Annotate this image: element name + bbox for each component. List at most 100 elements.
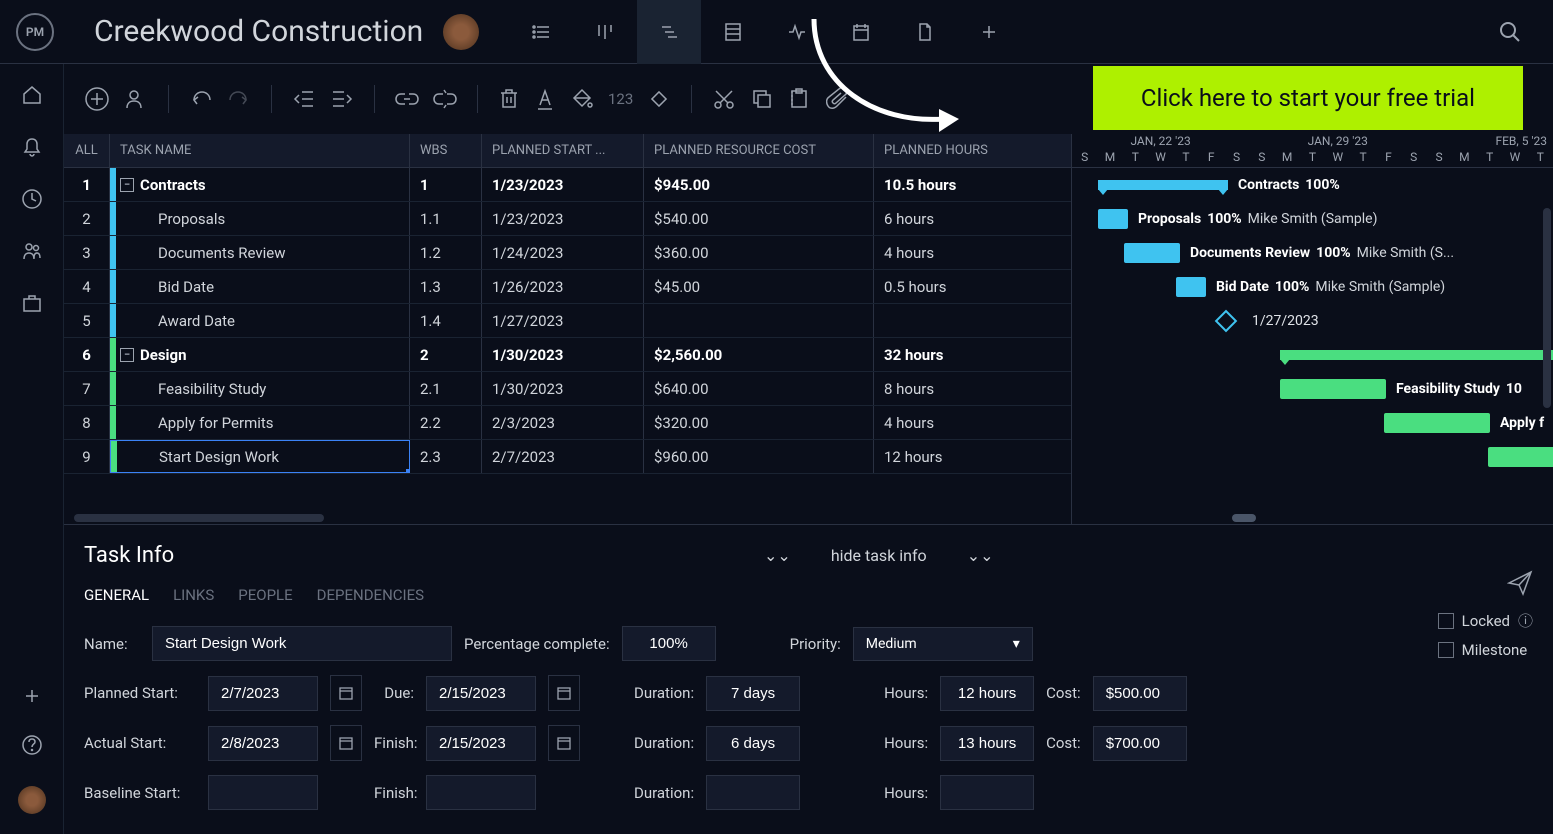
briefcase-icon[interactable] <box>21 292 43 314</box>
view-sheet-icon[interactable] <box>701 0 765 64</box>
add-icon[interactable] <box>24 688 40 704</box>
people-icon[interactable] <box>21 240 43 262</box>
hours-input[interactable] <box>940 676 1034 711</box>
milestone-tool-icon[interactable] <box>647 87 671 111</box>
cost-input[interactable] <box>1093 676 1187 711</box>
gantt-h-scrollbar[interactable] <box>1072 512 1553 524</box>
project-avatar[interactable] <box>443 14 479 50</box>
text-color-icon[interactable] <box>534 87 556 111</box>
duration-input[interactable] <box>706 726 800 761</box>
task-name-cell[interactable]: Start Design Work <box>110 440 410 473</box>
task-name-cell[interactable]: Award Date <box>110 304 410 337</box>
task-name-cell[interactable]: −Design <box>110 338 410 371</box>
add-task-icon[interactable] <box>84 86 110 112</box>
percent-icon[interactable]: 123 <box>608 90 633 108</box>
gantt-v-scrollbar[interactable] <box>1543 208 1551 408</box>
copy-icon[interactable] <box>750 87 774 111</box>
collapse-icon[interactable]: − <box>120 178 134 192</box>
cta-banner[interactable]: Click here to start your free trial <box>1093 66 1523 130</box>
indent-icon[interactable] <box>330 87 354 111</box>
task-name-cell[interactable]: Feasibility Study <box>110 372 410 405</box>
tab-general[interactable]: GENERAL <box>84 586 149 604</box>
chevron-down-icon[interactable]: ⌄⌄ <box>764 546 791 565</box>
col-hours[interactable]: PLANNED HOURS <box>874 134 1029 167</box>
col-cost[interactable]: PLANNED RESOURCE COST <box>644 134 874 167</box>
duration3-input[interactable] <box>706 775 800 810</box>
task-name-cell[interactable]: Apply for Permits <box>110 406 410 439</box>
due-input[interactable] <box>426 676 536 711</box>
table-row[interactable]: 4Bid Date1.31/26/2023$45.000.5 hours <box>64 270 1071 304</box>
link-icon[interactable] <box>395 87 419 111</box>
locked-checkbox[interactable] <box>1438 613 1454 629</box>
view-list-icon[interactable] <box>509 0 573 64</box>
undo-icon[interactable] <box>189 87 213 111</box>
table-row[interactable]: 5Award Date1.41/27/2023 <box>64 304 1071 338</box>
calendar-icon[interactable] <box>330 725 362 761</box>
bell-icon[interactable] <box>21 136 43 158</box>
milestone-checkbox[interactable] <box>1438 642 1454 658</box>
gantt-milestone[interactable] <box>1215 310 1238 333</box>
table-row[interactable]: 1−Contracts11/23/2023$945.0010.5 hours <box>64 168 1071 202</box>
calendar-icon[interactable] <box>548 725 580 761</box>
task-name-cell[interactable]: Proposals <box>110 202 410 235</box>
name-input[interactable] <box>152 626 452 661</box>
app-logo[interactable]: PM <box>16 13 54 51</box>
calendar-icon[interactable] <box>548 675 580 711</box>
collapse-icon[interactable]: − <box>120 348 134 362</box>
gantt-bar[interactable] <box>1280 350 1553 360</box>
col-name[interactable]: TASK NAME <box>110 134 410 167</box>
hide-task-info[interactable]: hide task info <box>831 546 927 565</box>
user-avatar[interactable] <box>18 786 46 814</box>
cost-input[interactable] <box>1093 726 1187 761</box>
task-name-cell[interactable]: Bid Date <box>110 270 410 303</box>
gantt-bar[interactable] <box>1488 447 1553 467</box>
tab-people[interactable]: PEOPLE <box>238 586 292 604</box>
clock-icon[interactable] <box>21 188 43 210</box>
hours-input[interactable] <box>940 726 1034 761</box>
attach-icon[interactable] <box>826 87 850 111</box>
view-board-icon[interactable] <box>573 0 637 64</box>
search-icon[interactable] <box>1499 21 1521 43</box>
actual-start-input[interactable] <box>208 726 318 761</box>
col-wbs[interactable]: WBS <box>410 134 482 167</box>
task-name-cell[interactable]: −Contracts <box>110 168 410 201</box>
gantt-bar[interactable]: Proposals100%Mike Smith (Sample) <box>1098 209 1128 229</box>
table-row[interactable]: 8Apply for Permits2.22/3/2023$320.004 ho… <box>64 406 1071 440</box>
gantt-bar[interactable]: Contracts100% <box>1098 180 1228 190</box>
info-icon[interactable]: ⓘ <box>1518 610 1533 631</box>
fill-color-icon[interactable] <box>570 87 594 111</box>
home-icon[interactable] <box>21 84 43 106</box>
view-calendar-icon[interactable] <box>829 0 893 64</box>
planned-start-input[interactable] <box>208 676 318 711</box>
gantt-bar[interactable]: Bid Date100%Mike Smith (Sample) <box>1176 277 1206 297</box>
col-start[interactable]: PLANNED START ... <box>482 134 644 167</box>
duration-input[interactable] <box>706 676 800 711</box>
gantt-bar[interactable]: Apply f <box>1384 413 1490 433</box>
task-name-cell[interactable]: Documents Review <box>110 236 410 269</box>
col-all[interactable]: ALL <box>64 134 110 167</box>
tab-links[interactable]: LINKS <box>173 586 214 604</box>
paste-icon[interactable] <box>788 87 812 111</box>
finish2-input[interactable] <box>426 775 536 810</box>
assign-icon[interactable] <box>124 87 148 111</box>
table-row[interactable]: 7Feasibility Study2.11/30/2023$640.008 h… <box>64 372 1071 406</box>
help-icon[interactable] <box>21 734 43 756</box>
finish-input[interactable] <box>426 726 536 761</box>
calendar-icon[interactable] <box>330 675 362 711</box>
table-row[interactable]: 2Proposals1.11/23/2023$540.006 hours <box>64 202 1071 236</box>
view-add-icon[interactable] <box>957 0 1021 64</box>
gantt-bar[interactable]: Documents Review100%Mike Smith (S... <box>1124 243 1180 263</box>
outdent-icon[interactable] <box>292 87 316 111</box>
tab-dependencies[interactable]: DEPENDENCIES <box>317 586 424 604</box>
chevron-down-icon[interactable]: ⌄⌄ <box>967 546 994 565</box>
pct-input[interactable] <box>622 626 716 661</box>
table-h-scrollbar[interactable] <box>64 512 1071 524</box>
view-file-icon[interactable] <box>893 0 957 64</box>
send-icon[interactable] <box>1507 570 1533 596</box>
cut-icon[interactable] <box>712 87 736 111</box>
hours3-input[interactable] <box>940 775 1034 810</box>
unlink-icon[interactable] <box>433 87 457 111</box>
view-activity-icon[interactable] <box>765 0 829 64</box>
table-row[interactable]: 6−Design21/30/2023$2,560.0032 hours <box>64 338 1071 372</box>
table-row[interactable]: 9Start Design Work2.32/7/2023$960.0012 h… <box>64 440 1071 474</box>
